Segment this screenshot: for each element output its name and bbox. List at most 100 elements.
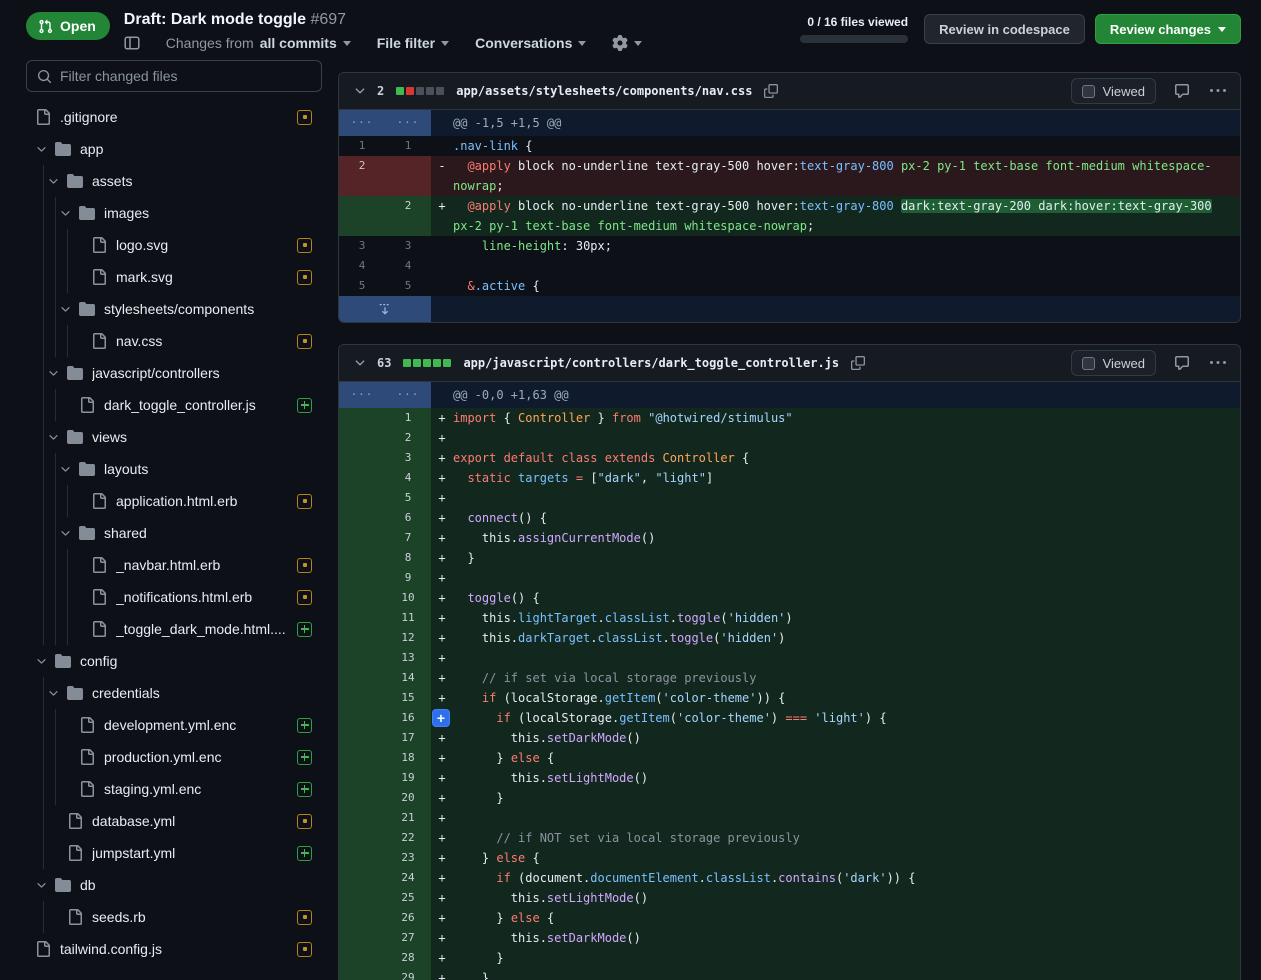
line-number-new[interactable]: 29 (385, 968, 431, 980)
line-number-old[interactable]: 1 (339, 136, 385, 156)
line-number-new[interactable]: 2 (385, 428, 431, 448)
review-changes-button[interactable]: Review changes (1094, 14, 1241, 44)
line-number-old[interactable] (339, 428, 385, 448)
expand-diff-button[interactable] (339, 296, 431, 322)
hunk-gutter[interactable]: ··· (339, 110, 385, 136)
line-number-new[interactable]: 2 (385, 196, 431, 236)
tree-folder-javascript-controllers[interactable]: javascript/controllers (26, 357, 322, 389)
hunk-gutter[interactable]: ··· (385, 110, 431, 136)
tree-file-nav-css[interactable]: nav.css (26, 325, 322, 357)
tree-folder-assets[interactable]: assets (26, 165, 322, 197)
line-number-new[interactable]: 4 (385, 468, 431, 488)
tree-folder-views[interactable]: views (26, 421, 322, 453)
copy-path-button[interactable] (762, 82, 780, 100)
line-number-new[interactable]: 16 (385, 708, 431, 728)
line-number-old[interactable] (339, 968, 385, 980)
line-number-old[interactable] (339, 548, 385, 568)
line-number-old[interactable] (339, 608, 385, 628)
file-options-button[interactable] (1208, 353, 1228, 373)
line-number-new[interactable]: 10 (385, 588, 431, 608)
line-number-new[interactable]: 18 (385, 748, 431, 768)
line-number-new[interactable]: 12 (385, 628, 431, 648)
line-number-old[interactable] (339, 688, 385, 708)
line-number-old[interactable] (339, 788, 385, 808)
copy-path-button[interactable] (849, 354, 867, 372)
tree-folder-images[interactable]: images (26, 197, 322, 229)
tree-file-toggle-dark-mode-html[interactable]: _toggle_dark_mode.html.... (26, 613, 322, 645)
line-number-new[interactable]: 13 (385, 648, 431, 668)
diff-settings-dropdown[interactable] (612, 35, 643, 51)
line-number-new[interactable]: 22 (385, 828, 431, 848)
line-number-new[interactable]: 8 (385, 548, 431, 568)
tree-folder-config[interactable]: config (26, 645, 322, 677)
line-number-new[interactable]: 25 (385, 888, 431, 908)
viewed-toggle-button[interactable]: Viewed (1070, 350, 1156, 376)
line-number-old[interactable] (339, 528, 385, 548)
tree-file-production-yml-enc[interactable]: production.yml.enc (26, 741, 322, 773)
line-number-old[interactable]: 4 (339, 256, 385, 276)
review-in-codespace-button[interactable]: Review in codespace (924, 14, 1085, 44)
collapse-diff-button[interactable] (351, 82, 369, 100)
line-number-new[interactable]: 3 (385, 236, 431, 256)
line-number-old[interactable] (339, 808, 385, 828)
line-number-old[interactable] (339, 708, 385, 728)
file-options-button[interactable] (1208, 81, 1228, 101)
line-number-new[interactable]: 15 (385, 688, 431, 708)
tree-file-application-html-erb[interactable]: application.html.erb (26, 485, 322, 517)
tree-folder-db[interactable]: db (26, 869, 322, 901)
line-number-old[interactable] (339, 568, 385, 588)
line-number-new[interactable]: 28 (385, 948, 431, 968)
line-number-new[interactable]: 21 (385, 808, 431, 828)
tree-file-logo-svg[interactable]: logo.svg (26, 229, 322, 261)
line-number-new[interactable] (385, 156, 431, 196)
line-number-old[interactable] (339, 908, 385, 928)
line-number-new[interactable]: 24 (385, 868, 431, 888)
tree-file-staging-yml-enc[interactable]: staging.yml.enc (26, 773, 322, 805)
line-number-old[interactable] (339, 588, 385, 608)
line-number-old[interactable] (339, 408, 385, 428)
line-number-new[interactable]: 1 (385, 136, 431, 156)
tree-file-gitignore[interactable]: .gitignore (26, 101, 322, 133)
line-number-new[interactable]: 19 (385, 768, 431, 788)
commits-range-dropdown[interactable]: Changes from all commits (166, 35, 351, 51)
tree-folder-layouts[interactable]: layouts (26, 453, 322, 485)
line-number-old[interactable] (339, 628, 385, 648)
line-number-old[interactable] (339, 508, 385, 528)
viewed-checkbox[interactable] (1081, 356, 1095, 370)
line-number-old[interactable] (339, 196, 385, 236)
collapse-diff-button[interactable] (351, 354, 369, 372)
filter-changed-files-input[interactable] (60, 68, 311, 84)
line-number-old[interactable] (339, 888, 385, 908)
line-number-new[interactable]: 26 (385, 908, 431, 928)
line-number-old[interactable] (339, 728, 385, 748)
line-number-new[interactable]: 27 (385, 928, 431, 948)
tree-file-jumpstart-yml[interactable]: jumpstart.yml (26, 837, 322, 869)
tree-file-dark-toggle-controller-js[interactable]: dark_toggle_controller.js (26, 389, 322, 421)
conversations-dropdown[interactable]: Conversations (475, 35, 587, 51)
line-number-new[interactable]: 5 (385, 276, 431, 296)
hunk-gutter[interactable]: ··· (339, 382, 385, 408)
tree-folder-shared[interactable]: shared (26, 517, 322, 549)
line-number-new[interactable]: 14 (385, 668, 431, 688)
comment-on-file-button[interactable] (1172, 81, 1192, 101)
tree-file-tailwind-config-js[interactable]: tailwind.config.js (26, 933, 322, 965)
line-number-old[interactable]: 3 (339, 236, 385, 256)
line-number-old[interactable] (339, 928, 385, 948)
tree-file-development-yml-enc[interactable]: development.yml.enc (26, 709, 322, 741)
line-number-new[interactable]: 4 (385, 256, 431, 276)
viewed-checkbox[interactable] (1081, 84, 1095, 98)
toggle-file-tree-button[interactable] (124, 35, 140, 51)
line-number-new[interactable]: 20 (385, 788, 431, 808)
line-number-old[interactable] (339, 748, 385, 768)
tree-file-notifications-html-erb[interactable]: _notifications.html.erb (26, 581, 322, 613)
tree-file-navbar-html-erb[interactable]: _navbar.html.erb (26, 549, 322, 581)
file-filter-dropdown[interactable]: File filter (377, 35, 450, 51)
line-number-old[interactable]: 2 (339, 156, 385, 196)
line-number-new[interactable]: 17 (385, 728, 431, 748)
line-number-old[interactable] (339, 668, 385, 688)
line-number-old[interactable] (339, 648, 385, 668)
line-number-old[interactable] (339, 868, 385, 888)
line-number-old[interactable] (339, 828, 385, 848)
line-number-new[interactable]: 3 (385, 448, 431, 468)
line-number-new[interactable]: 11 (385, 608, 431, 628)
